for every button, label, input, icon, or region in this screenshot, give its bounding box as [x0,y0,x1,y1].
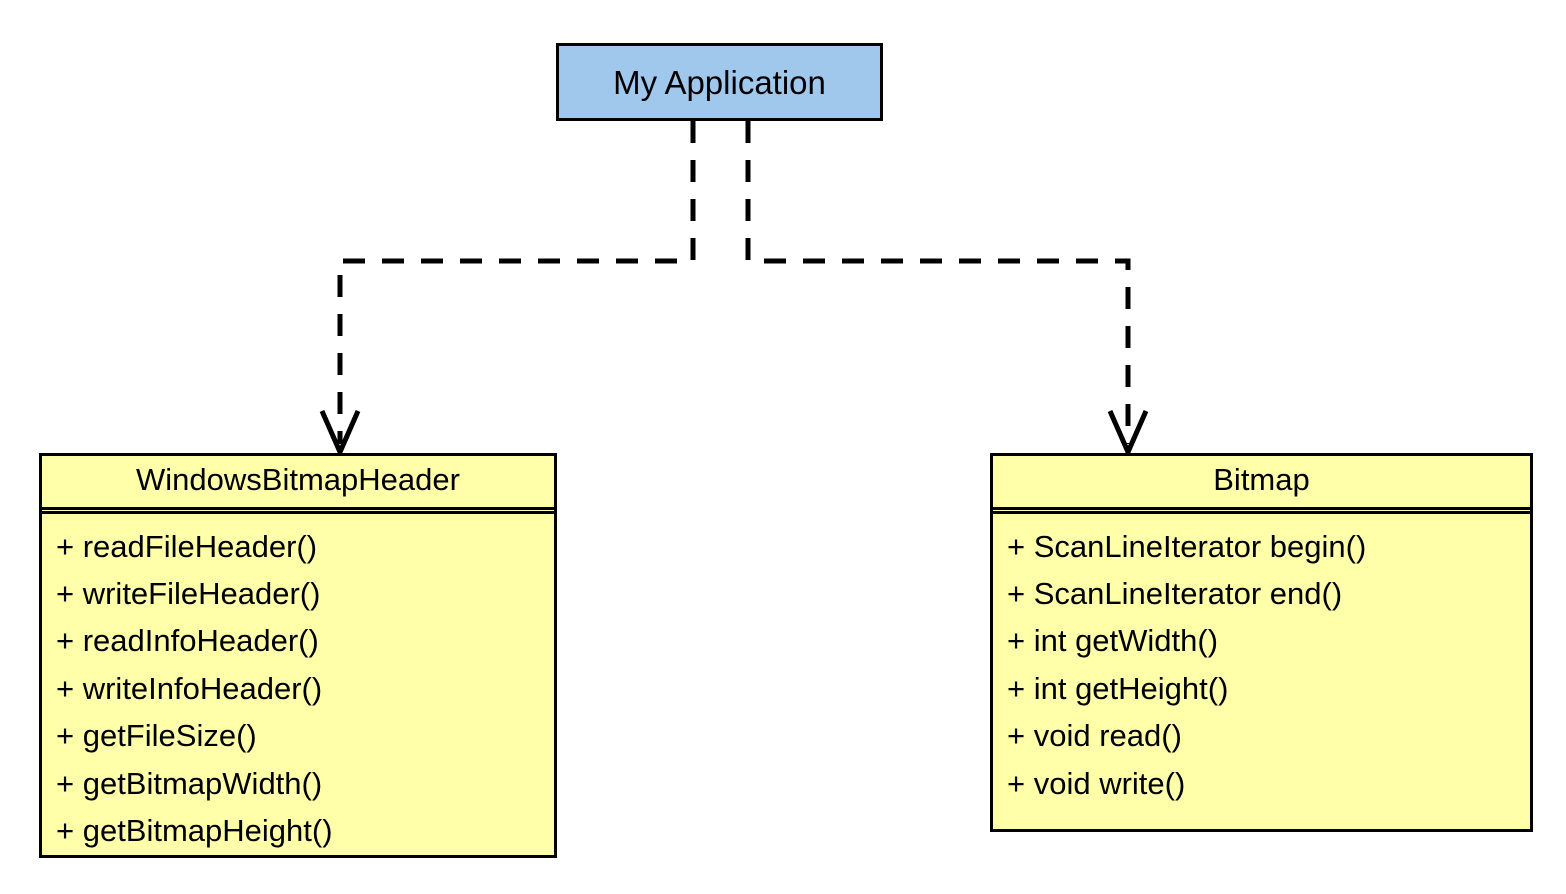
class-members-windowsbitmapheader: + readFileHeader() + writeFileHeader() +… [42,514,554,863]
class-member: + writeFileHeader() [56,575,321,611]
class-member: + readInfoHeader() [56,623,319,659]
class-member: + getBitmapHeight() [56,813,333,849]
class-separator [42,506,554,514]
class-member: + int getWidth() [1007,623,1219,659]
class-member: + void write() [1007,765,1186,801]
class-member: + writeInfoHeader() [56,670,323,706]
class-title-my-application: My Application [613,63,826,101]
class-member: + readFileHeader() [56,528,318,564]
class-box-windowsbitmapheader[interactable]: WindowsBitmapHeader + readFileHeader() +… [39,453,557,858]
class-member: + ScanLineIterator end() [1007,575,1343,611]
class-box-my-application[interactable]: My Application [556,43,883,121]
class-member: + void read() [1007,718,1182,754]
uml-class-diagram: My Application WindowsBitmapHeader + rea… [0,0,1566,894]
class-box-bitmap[interactable]: Bitmap + ScanLineIterator begin() + Scan… [990,453,1533,832]
class-title-windowsbitmapheader: WindowsBitmapHeader [136,462,460,497]
class-member: + ScanLineIterator begin() [1007,528,1367,564]
class-members-bitmap: + ScanLineIterator begin() + ScanLineIte… [993,514,1530,816]
class-member: + getFileSize() [56,718,257,754]
dependency-arrow-bitmap [745,121,1149,459]
class-title-bitmap: Bitmap [1213,462,1310,497]
class-member: + int getHeight() [1007,670,1229,706]
class-separator [993,506,1530,514]
dependency-arrow-windowsbitmapheader [319,121,696,459]
class-member: + getBitmapWidth() [56,765,323,801]
